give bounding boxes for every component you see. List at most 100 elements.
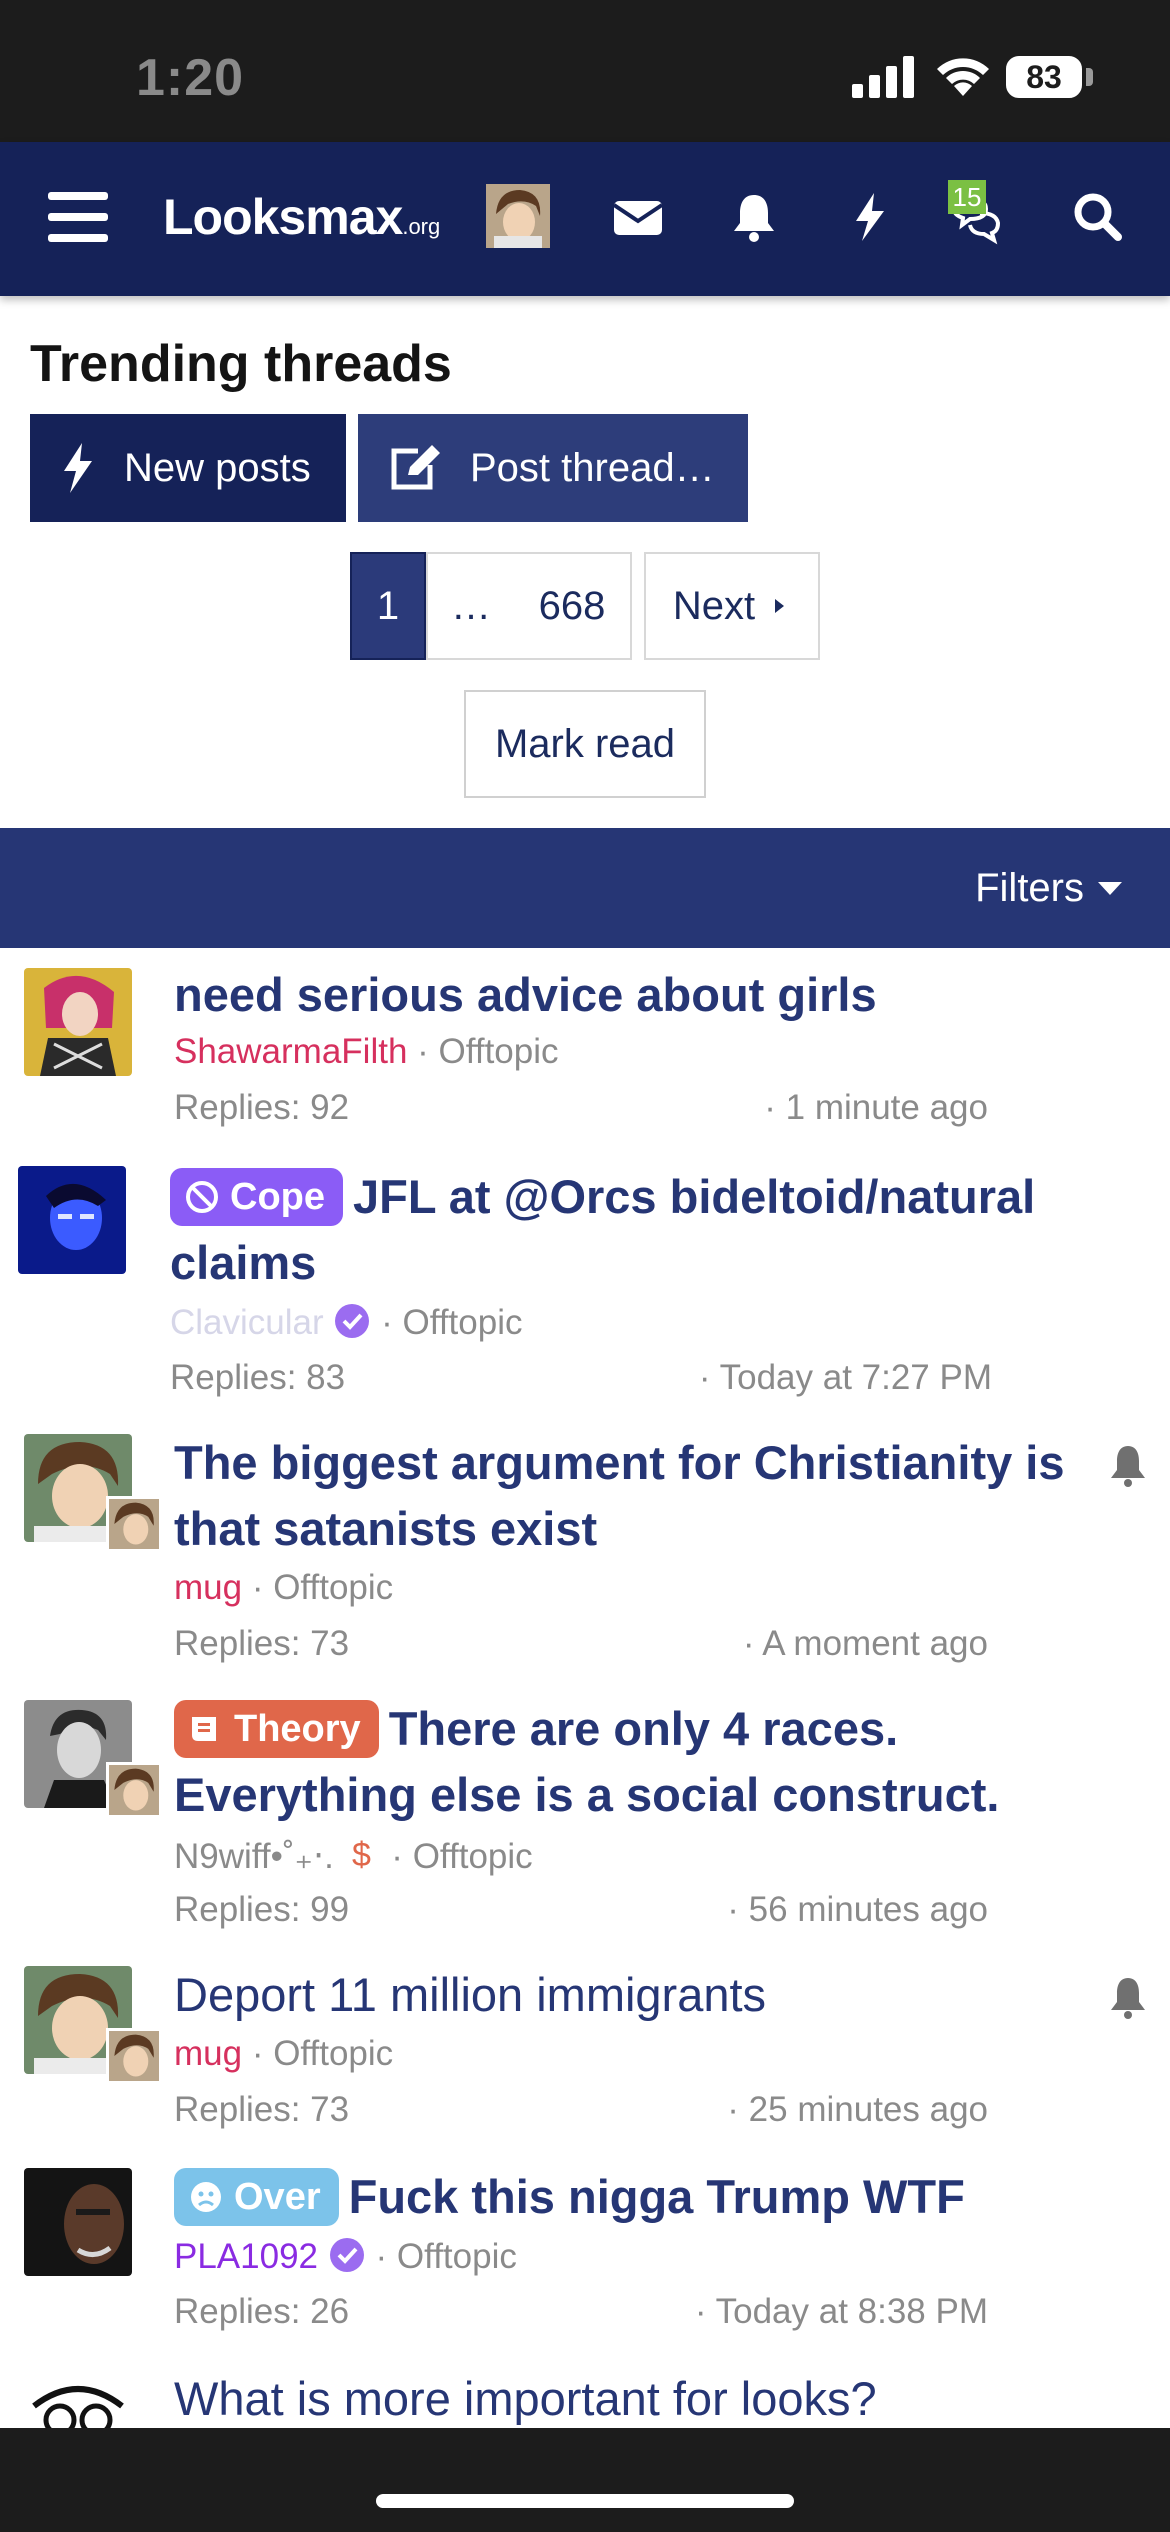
watched-bell-icon[interactable] xyxy=(1108,1444,1148,1488)
thread-author[interactable]: N9wiff•˚₊‧. xyxy=(174,1837,334,1876)
prefix-label: Over xyxy=(234,2176,321,2218)
filters-label: Filters xyxy=(975,866,1084,910)
svg-text:$: $ xyxy=(352,1836,371,1874)
thread-meta: Clavicular · Offtopic xyxy=(170,1303,523,1342)
author-avatar[interactable] xyxy=(18,1166,126,1274)
thread-forum[interactable]: Offtopic xyxy=(397,2237,517,2276)
thread-title[interactable]: Deport 11 million immigrants xyxy=(174,1962,1094,2028)
author-avatar[interactable] xyxy=(24,968,132,1076)
scroll-icon xyxy=(192,1717,216,1741)
thread-last-post-time[interactable]: · Today at 8:38 PM xyxy=(695,2292,988,2332)
page-1-button[interactable]: 1 xyxy=(350,552,426,660)
wifi-icon xyxy=(937,58,989,96)
thread-last-post-time[interactable]: · 1 minute ago xyxy=(764,1088,988,1128)
thread-item[interactable]: What is more important for looks? xyxy=(0,2366,1170,2428)
next-page-label: Next xyxy=(672,583,756,628)
thread-author[interactable]: Clavicular xyxy=(170,1303,324,1342)
thread-replies: Replies: 99 xyxy=(174,1890,350,1929)
caret-right-icon xyxy=(775,599,785,613)
thread-meta: ShawarmaFilth · Offtopic xyxy=(174,1032,559,1071)
thread-last-post-time[interactable]: · Today at 7:27 PM xyxy=(699,1358,992,1398)
chevron-down-icon xyxy=(1098,882,1122,895)
cellular-signal-icon xyxy=(852,56,914,98)
next-page-button[interactable]: Next xyxy=(644,552,820,660)
thread-title[interactable]: Theory There are only 4 races. Everything… xyxy=(174,1696,1104,1828)
prefix-label: Cope xyxy=(230,1176,325,1218)
thread-title-text: What is more important for looks? xyxy=(174,2372,877,2425)
post-thread-button[interactable]: Post thread… xyxy=(358,414,748,522)
battery-indicator: 83 xyxy=(1006,56,1082,98)
home-indicator[interactable] xyxy=(376,2494,794,2508)
thread-title[interactable]: Cope JFL at @Orcs bideltoid/natural claim… xyxy=(170,1164,1100,1296)
thread-time-text: Today at 7:27 PM xyxy=(719,1358,992,1397)
menu-icon[interactable] xyxy=(48,192,108,242)
last-poster-avatar[interactable] xyxy=(106,1762,162,1818)
thread-title-text: The biggest argument for Christianity is… xyxy=(174,1436,1065,1555)
thread-author[interactable]: mug xyxy=(174,2034,242,2073)
thread-title-text: Deport 11 million immigrants xyxy=(174,1968,767,2021)
home-indicator-bar xyxy=(0,2428,1170,2532)
thread-author[interactable]: mug xyxy=(174,1568,242,1607)
thread-replies: Replies: 26 xyxy=(174,2292,350,2331)
user-avatar[interactable] xyxy=(486,184,550,248)
thread-title[interactable]: need serious advice about girls xyxy=(174,962,1134,1028)
ban-icon xyxy=(186,1181,218,1213)
thread-title[interactable]: The biggest argument for Christianity is… xyxy=(174,1430,1094,1562)
thread-title[interactable]: What is more important for looks? xyxy=(174,2366,1134,2428)
thread-forum[interactable]: Offtopic xyxy=(403,1303,523,1342)
thread-author[interactable]: ShawarmaFilth xyxy=(174,1032,407,1071)
thread-time-text: 1 minute ago xyxy=(785,1088,988,1127)
thread-title[interactable]: Over Fuck this nigga Trump WTF xyxy=(174,2164,1134,2230)
thread-meta: mug · Offtopic xyxy=(174,2034,394,2073)
bolt-icon[interactable] xyxy=(840,187,900,247)
page-title: Trending threads xyxy=(30,335,452,393)
logo-text: Looksmax xyxy=(163,189,403,245)
search-icon[interactable] xyxy=(1068,187,1128,247)
new-posts-button[interactable]: New posts xyxy=(30,414,346,522)
post-thread-label: Post thread… xyxy=(470,445,715,490)
prefix-badge-over[interactable]: Over xyxy=(174,2168,339,2226)
envelope-icon[interactable] xyxy=(608,187,668,247)
verified-badge-icon xyxy=(329,2238,364,2272)
thread-meta: mug · Offtopic xyxy=(174,1568,394,1607)
thread-meta: PLA1092 · Offtopic xyxy=(174,2237,517,2276)
mark-read-button[interactable]: Mark read xyxy=(464,690,706,798)
prefix-label: Theory xyxy=(234,1708,361,1750)
thread-replies: Replies: 73 xyxy=(174,2090,350,2129)
thread-replies: Replies: 83 xyxy=(170,1358,346,1397)
thread-forum[interactable]: Offtopic xyxy=(273,1568,393,1607)
thread-list-header: Filters xyxy=(0,828,1170,948)
thread-last-post-time[interactable]: · 56 minutes ago xyxy=(727,1890,988,1930)
thread-time-text: 56 minutes ago xyxy=(748,1890,988,1929)
author-avatar[interactable] xyxy=(24,2168,132,2276)
watched-bell-icon[interactable] xyxy=(1108,1976,1148,2020)
thread-time-text: 25 minutes ago xyxy=(748,2090,988,2129)
thread-last-post-time[interactable]: · A moment ago xyxy=(743,1624,988,1664)
site-logo[interactable]: Looksmax.org xyxy=(163,182,440,252)
thread-time-text: A moment ago xyxy=(762,1624,988,1663)
last-poster-avatar[interactable] xyxy=(106,2028,162,2084)
edit-icon xyxy=(391,445,440,490)
page-last-button[interactable]: 668 xyxy=(514,552,632,660)
dollar-badge-icon: $ xyxy=(352,1836,371,1874)
last-poster-avatar[interactable] xyxy=(106,1496,162,1552)
thread-last-post-time[interactable]: · 25 minutes ago xyxy=(727,2090,988,2130)
bolt-icon xyxy=(64,443,92,493)
thread-meta: N9wiff•˚₊‧. $ · Offtopic xyxy=(174,1836,533,1876)
thread-forum[interactable]: Offtopic xyxy=(273,2034,393,2073)
prefix-badge-cope[interactable]: Cope xyxy=(170,1168,343,1226)
top-navigation: Looksmax.org 15 xyxy=(0,142,1170,296)
thread-forum[interactable]: Offtopic xyxy=(413,1837,533,1876)
thread-forum[interactable]: Offtopic xyxy=(439,1032,559,1071)
sad-face-icon xyxy=(191,2182,221,2212)
prefix-badge-theory[interactable]: Theory xyxy=(174,1700,379,1758)
author-avatar[interactable] xyxy=(24,2376,132,2428)
bell-icon[interactable] xyxy=(724,187,784,247)
new-posts-label: New posts xyxy=(124,445,311,490)
page-ellipsis-button[interactable]: … xyxy=(426,552,516,660)
thread-author[interactable]: PLA1092 xyxy=(174,2237,318,2276)
battery-cap xyxy=(1086,68,1093,86)
filters-dropdown[interactable]: Filters xyxy=(975,866,1122,911)
thread-title-text: Fuck this nigga Trump WTF xyxy=(348,2170,965,2223)
thread-replies: Replies: 92 xyxy=(174,1088,350,1127)
